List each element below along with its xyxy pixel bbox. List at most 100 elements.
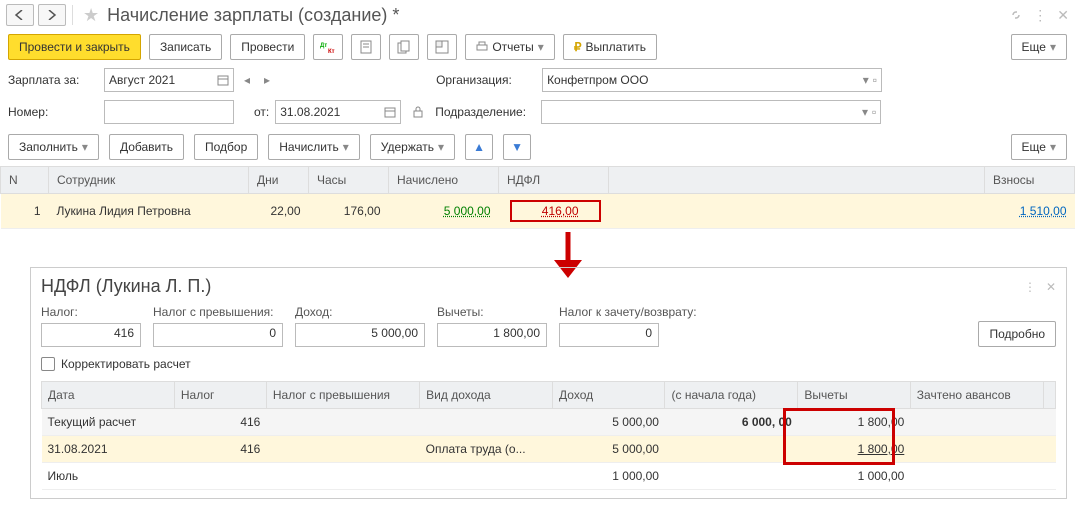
calendar-icon (217, 74, 229, 86)
move-down-button[interactable]: ▼ (503, 134, 531, 160)
chevron-down-icon: ▾ (862, 105, 868, 119)
deductions-input[interactable]: 1 800,00 (437, 323, 547, 347)
period-next-button[interactable]: ▸ (260, 73, 274, 87)
from-label: от: (254, 105, 269, 119)
window-topbar: ★ Начисление зарплаты (создание) * ⋮ ✕ (0, 0, 1075, 30)
table-row[interactable]: 31.08.2021 416 Оплата труда (о... 5 000,… (42, 436, 1056, 463)
dcol-advance[interactable]: Зачтено авансов (910, 382, 1043, 409)
open-icon: ▫ (873, 73, 877, 87)
calendar-icon (384, 106, 396, 118)
nav-forward-button[interactable] (38, 4, 66, 26)
dcol-deductions[interactable]: Вычеты (798, 382, 910, 409)
ruble-icon: ₽ (574, 40, 582, 54)
checkbox-icon[interactable] (41, 357, 55, 371)
col-accrued[interactable]: Начислено (389, 167, 499, 194)
close-icon[interactable]: ✕ (1057, 7, 1069, 24)
details-button[interactable]: Подробно (978, 321, 1056, 347)
dcol-excess[interactable]: Налог с превышения (266, 382, 419, 409)
nav-back-button[interactable] (6, 4, 34, 26)
more-vertical-icon[interactable]: ⋮ (1033, 7, 1047, 24)
dcol-income[interactable]: Доход (553, 382, 665, 409)
doc2-icon[interactable] (389, 34, 419, 60)
detail-form: Налог: 416 Налог с превышения: 0 Доход: … (41, 305, 1056, 347)
date-input[interactable]: 31.08.2021 (275, 100, 401, 124)
pick-button[interactable]: Подбор (194, 134, 258, 160)
chevron-down-icon: ▾ (438, 140, 444, 154)
svg-text:Кт: Кт (328, 49, 335, 54)
col-employee[interactable]: Сотрудник (49, 167, 249, 194)
table-row[interactable]: Текущий расчет 416 5 000,00 6 000, 00 1 … (42, 409, 1056, 436)
table-row[interactable]: Июль 1 000,00 1 000,00 (42, 463, 1056, 490)
number-input[interactable] (104, 100, 234, 124)
dcol-date[interactable]: Дата (42, 382, 175, 409)
main-table: N Сотрудник Дни Часы Начислено НДФЛ Взно… (0, 166, 1075, 229)
dcol-income-type[interactable]: Вид дохода (420, 382, 553, 409)
favorite-star-icon[interactable]: ★ (83, 5, 99, 26)
cell-n: 1 (1, 194, 49, 229)
more-button[interactable]: Еще ▾ (1011, 34, 1067, 60)
ndfl-detail-panel: НДФЛ (Лукина Л. П.) ⋮ ✕ Налог: 416 Налог… (30, 267, 1067, 499)
period-prev-button[interactable]: ◂ (240, 73, 254, 87)
link-icon[interactable] (1009, 8, 1023, 22)
main-toolbar: Провести и закрыть Записать Провести ДтК… (0, 30, 1075, 64)
cell-accrued[interactable]: 5 000,00 (389, 194, 499, 229)
add-button[interactable]: Добавить (109, 134, 184, 160)
income-input[interactable]: 5 000,00 (295, 323, 425, 347)
cell-ndfl[interactable]: 416,00 (499, 194, 609, 229)
close-icon[interactable]: ✕ (1046, 280, 1056, 294)
reports-button[interactable]: Отчеты ▾ (465, 34, 555, 60)
detail-title: НДФЛ (Лукина Л. П.) (41, 276, 211, 297)
refund-input[interactable]: 0 (559, 323, 659, 347)
dt-kt-icon[interactable]: ДтКт (313, 34, 343, 60)
print-icon (476, 41, 488, 53)
adjust-checkbox-row[interactable]: Корректировать расчет (41, 357, 1056, 371)
doc1-icon[interactable] (351, 34, 381, 60)
write-button[interactable]: Записать (149, 34, 222, 60)
detail-header: НДФЛ (Лукина Л. П.) ⋮ ✕ (41, 276, 1056, 297)
salary-for-label: Зарплата за: (8, 73, 98, 87)
number-label: Номер: (8, 105, 98, 119)
col-n[interactable]: N (1, 167, 49, 194)
table-header: N Сотрудник Дни Часы Начислено НДФЛ Взно… (1, 167, 1075, 194)
dept-input[interactable]: ▾ ▫ (541, 100, 881, 124)
doc3-icon[interactable] (427, 34, 457, 60)
cell-days: 22,00 (249, 194, 309, 229)
fill-button[interactable]: Заполнить ▾ (8, 134, 99, 160)
col-contrib[interactable]: Взносы (985, 167, 1075, 194)
cell-contrib[interactable]: 1 510,00 (985, 194, 1075, 229)
col-days[interactable]: Дни (249, 167, 309, 194)
col-ndfl[interactable]: НДФЛ (499, 167, 609, 194)
col-hours[interactable]: Часы (309, 167, 389, 194)
chevron-down-icon: ▾ (1050, 140, 1056, 154)
salary-period-input[interactable]: Август 2021 (104, 68, 234, 92)
chevron-down-icon: ▾ (343, 140, 349, 154)
field-refund: Налог к зачету/возврату: 0 (559, 305, 697, 347)
chevron-down-icon: ▾ (82, 140, 88, 154)
org-label: Организация: (436, 73, 536, 87)
move-up-button[interactable]: ▲ (465, 134, 493, 160)
post-button[interactable]: Провести (230, 34, 305, 60)
calc-button[interactable]: Начислить ▾ (268, 134, 360, 160)
org-input[interactable]: Конфетпром ООО ▾ ▫ (542, 68, 882, 92)
table-more-button[interactable]: Еще ▾ (1011, 134, 1067, 160)
dcol-since[interactable]: (с начала года) (665, 382, 798, 409)
excess-input[interactable]: 0 (153, 323, 283, 347)
dcol-tax[interactable]: Налог (174, 382, 266, 409)
field-excess: Налог с превышения: 0 (153, 305, 283, 347)
svg-text:Дт: Дт (320, 43, 327, 49)
separator (72, 5, 73, 25)
page-title: Начисление зарплаты (создание) * (107, 5, 399, 26)
cell-employee: Лукина Лидия Петровна (49, 194, 249, 229)
open-icon: ▫ (872, 105, 876, 119)
hold-button[interactable]: Удержать ▾ (370, 134, 455, 160)
table-row[interactable]: 1 Лукина Лидия Петровна 22,00 176,00 5 0… (1, 194, 1075, 229)
pay-button[interactable]: ₽ Выплатить (563, 34, 657, 60)
form-row-1: Зарплата за: Август 2021 ◂ ▸ Организация… (0, 64, 1075, 96)
tax-input[interactable]: 416 (41, 323, 141, 347)
post-and-close-button[interactable]: Провести и закрыть (8, 34, 141, 60)
more-vertical-icon[interactable]: ⋮ (1024, 280, 1036, 294)
lock-icon[interactable] (407, 101, 429, 123)
dept-label: Подразделение: (435, 105, 535, 119)
field-income: Доход: 5 000,00 (295, 305, 425, 347)
adjust-label: Корректировать расчет (61, 357, 191, 371)
